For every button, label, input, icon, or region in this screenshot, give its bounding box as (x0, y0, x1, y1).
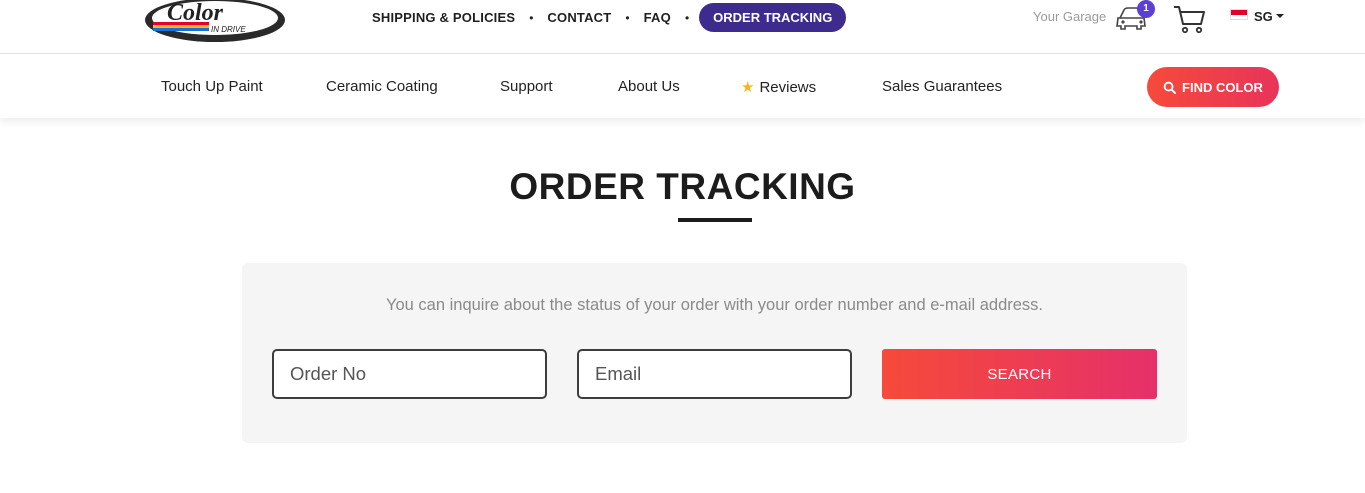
garage-label[interactable]: Your Garage (1033, 9, 1106, 24)
garage-count-badge: 1 (1137, 0, 1155, 18)
nav-item-reviews[interactable]: ★ Reviews (741, 78, 816, 96)
cart-icon[interactable] (1172, 4, 1206, 34)
language-selector[interactable]: SG (1254, 9, 1273, 24)
nav-item-ceramic-coating[interactable]: Ceramic Coating (326, 78, 438, 95)
star-icon: ★ (741, 79, 755, 96)
find-color-label: FIND COLOR (1182, 79, 1263, 95)
main-nav: Touch Up Paint Ceramic Coating Support A… (0, 54, 1365, 118)
order-tracking-button[interactable]: ORDER TRACKING (699, 3, 847, 32)
order-number-input[interactable] (272, 349, 547, 399)
nav-item-touch-up-paint[interactable]: Touch Up Paint (161, 78, 263, 95)
find-color-button[interactable]: FIND COLOR (1147, 67, 1279, 107)
logo-subtext: IN DRIVE (211, 25, 246, 34)
separator-dot: • (529, 10, 534, 25)
page-title: ORDER TRACKING (509, 166, 856, 207)
top-link-shipping[interactable]: SHIPPING & POLICIES (360, 10, 527, 25)
logo-graphic: Color IN DRIVE (145, 0, 285, 42)
email-input[interactable] (577, 349, 852, 399)
top-nav: SHIPPING & POLICIES • CONTACT • FAQ • OR… (360, 3, 847, 32)
nav-item-support[interactable]: Support (500, 78, 553, 95)
top-link-faq[interactable]: FAQ (632, 10, 683, 25)
nav-item-sales-guarantees[interactable]: Sales Guarantees (882, 78, 1002, 95)
tracking-description: You can inquire about the status of your… (385, 296, 1043, 314)
search-button[interactable]: SEARCH (882, 349, 1157, 399)
separator-dot: • (625, 10, 630, 25)
separator-dot: • (684, 10, 690, 25)
nav-item-about-us[interactable]: About Us (618, 78, 680, 95)
logo-text: Color (167, 0, 224, 26)
nav-item-reviews-label: Reviews (759, 79, 817, 96)
singapore-flag-icon[interactable] (1230, 9, 1248, 20)
search-icon (1163, 81, 1177, 94)
top-link-contact[interactable]: CONTACT (535, 10, 623, 25)
chevron-down-icon[interactable] (1276, 14, 1284, 18)
site-logo[interactable]: Color IN DRIVE (145, 0, 287, 44)
title-underline (678, 218, 752, 222)
top-bar: Color IN DRIVE SHIPPING & POLICIES • CON… (0, 0, 1365, 54)
tracking-form-panel: You can inquire about the status of your… (242, 263, 1187, 443)
